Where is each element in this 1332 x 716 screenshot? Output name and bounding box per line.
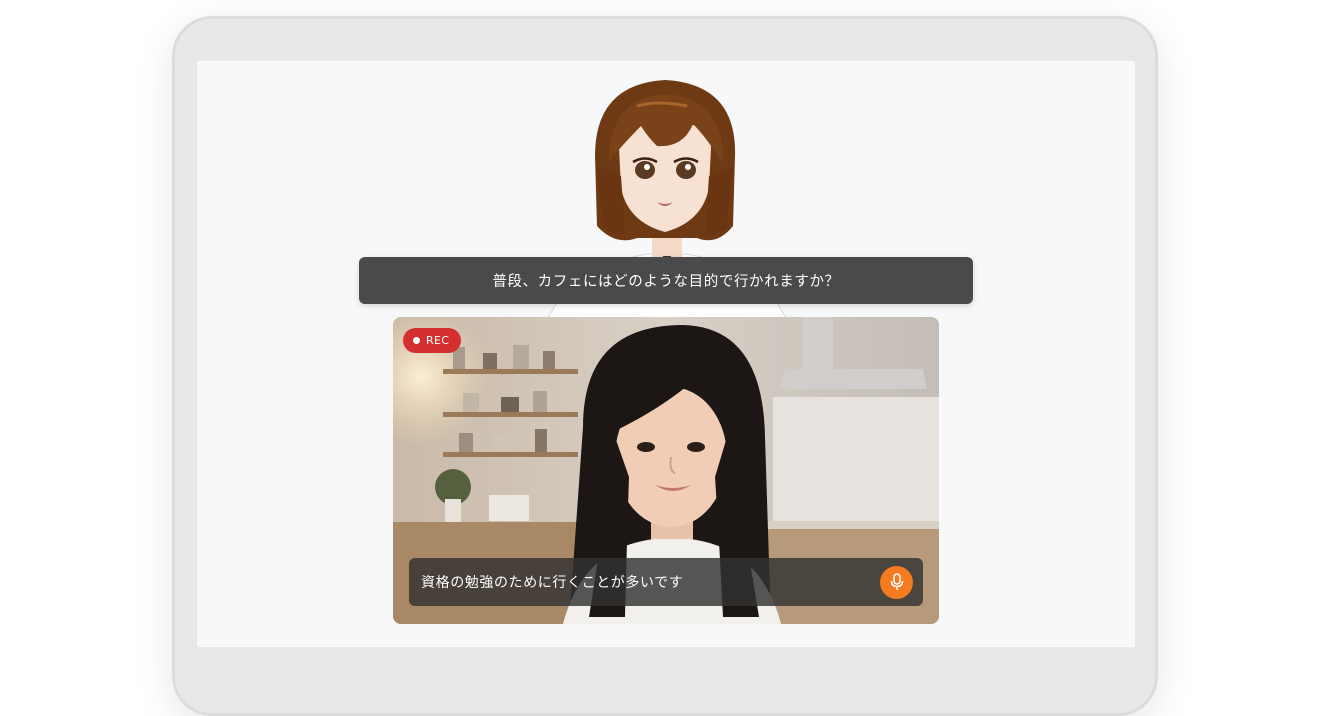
answer-text: 資格の勉強のために行くことが多いです [421,575,684,591]
microphone-icon [890,573,903,590]
recording-dot-icon [413,337,420,344]
question-caption: 普段、カフェにはどのような目的で行かれますか？ [359,257,973,304]
camera-feed: REC 資格の勉強のために行くことが多いです [393,317,939,624]
answer-caption: 資格の勉強のために行くことが多いです [409,558,923,606]
app-screen: 普段、カフェにはどのような目的で行かれますか？ REC 資格の勉強のために行くこ… [197,61,1135,647]
microphone-button[interactable] [880,565,913,599]
recording-badge: REC [403,328,462,353]
recording-label: REC [426,334,450,347]
question-text: 普段、カフェにはどのような目的で行かれますか？ [492,274,840,290]
